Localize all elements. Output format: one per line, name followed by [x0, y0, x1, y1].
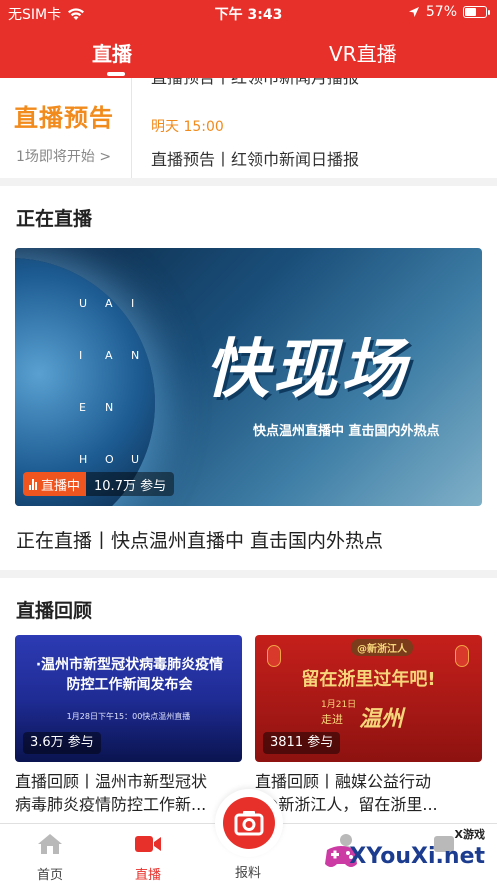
live-badge-row: 直播中 10.7万 参与	[23, 472, 175, 496]
battery-percent: 57%	[425, 4, 457, 20]
video-icon	[135, 836, 161, 852]
banner-logo: 快现场	[205, 333, 409, 407]
live-bars-icon	[29, 478, 37, 490]
camera-icon	[234, 811, 264, 836]
globe-letter: I	[131, 297, 135, 310]
replay-views-count: 3.6万 参与	[23, 732, 101, 754]
thumb-city: 温州	[359, 707, 404, 732]
preview-item-top[interactable]: 直播预告丨红领巾新闻月播报	[151, 78, 359, 88]
thumb-date: 1月21日	[321, 700, 357, 710]
section-title-now-live: 正在直播	[16, 208, 93, 230]
nav-label: 首页	[36, 868, 63, 883]
replay-card[interactable]: @新浙江人 留在浙里过年吧! 1月21日 走进 温州 3811 参与 直播回顾丨…	[255, 635, 482, 816]
location-arrow-icon	[408, 7, 419, 17]
live-status-badge: 直播中	[23, 472, 87, 496]
banner-subtitle: 快点温州直播中 直击国内外热点	[253, 424, 440, 439]
globe-letter: A	[105, 297, 113, 310]
report-camera-button[interactable]	[215, 789, 283, 857]
preview-logo: 直播预告	[14, 104, 114, 132]
thumb-go: 走进	[321, 713, 343, 726]
section-title-replay: 直播回顾	[16, 600, 93, 622]
nav-home[interactable]: 首页	[20, 832, 80, 883]
home-icon	[38, 834, 62, 854]
preview-item-bottom[interactable]: 直播预告丨红领巾新闻日播报	[151, 146, 359, 170]
tab-live[interactable]: 直播	[92, 38, 132, 67]
replay-caption-line: 直播回顾丨温州市新型冠状	[15, 772, 208, 791]
tab-vr-live[interactable]: VR直播	[329, 38, 397, 67]
globe-letter: E	[79, 401, 86, 414]
replay-views-count: 3811 参与	[263, 732, 341, 754]
replay-caption-line: 病毒肺炎疫情防控工作新...	[15, 795, 207, 814]
preview-time: 明天 15:00	[151, 119, 224, 135]
replay-section: 直播回顾 ·温州市新型冠状病毒肺炎疫情 防控工作新闻发布会 1月28日下午15：…	[0, 578, 497, 823]
thumb-tag: @新浙江人	[351, 639, 413, 656]
preview-divider	[131, 78, 132, 178]
replay-thumbnail[interactable]: @新浙江人 留在浙里过年吧! 1月21日 走进 温州 3811 参与	[255, 635, 482, 762]
globe-letter: U	[79, 297, 88, 310]
nav-label: 报料	[234, 866, 261, 881]
globe-letter: H	[79, 453, 88, 466]
now-live-section: 正在直播 U A I I A N E N H O U 快现场 快点温州直播中 直…	[0, 186, 497, 570]
app-screen: 无SIM卡 下午 3:43 57% 直播 VR直播 直播预告 1场即将开始 > …	[0, 0, 497, 883]
status-right: 57%	[408, 4, 490, 20]
globe-letter: N	[105, 401, 114, 414]
replay-caption-line: 直播回顾丨融媒公益行动	[255, 772, 432, 791]
lantern-icon	[267, 645, 281, 667]
nav-live[interactable]: 直播	[118, 832, 178, 883]
top-tabs: 直播 VR直播	[0, 38, 497, 78]
camera-button-bg	[223, 797, 275, 849]
thumb-subtitle: 1月28日下午15：00快点温州直播	[66, 712, 191, 721]
nav-label: 直播	[134, 868, 161, 883]
globe-letter: A	[105, 349, 113, 362]
replay-caption[interactable]: 直播回顾丨融媒公益行动 "@新浙江人，留在浙里...	[255, 770, 482, 816]
globe-graphic	[15, 258, 155, 506]
globe-letter: O	[105, 453, 114, 466]
live-views-count: 10.7万 参与	[86, 472, 175, 496]
globe-letter: I	[79, 349, 83, 362]
replay-thumbnail[interactable]: ·温州市新型冠状病毒肺炎疫情 防控工作新闻发布会 1月28日下午15：00快点温…	[15, 635, 242, 762]
live-caption[interactable]: 正在直播丨快点温州直播中 直击国内外热点	[16, 526, 383, 553]
active-tab-indicator	[107, 72, 125, 76]
replay-caption[interactable]: 直播回顾丨温州市新型冠状 病毒肺炎疫情防控工作新...	[15, 770, 242, 816]
app-header: 无SIM卡 下午 3:43 57% 直播 VR直播	[0, 0, 497, 78]
globe-letter: U	[131, 453, 140, 466]
nav-report[interactable]: 报料	[218, 858, 278, 881]
thumb-title: ·温州市新型冠状病毒肺炎疫情 防控工作新闻发布会	[27, 655, 232, 695]
watermark-main-text: XYouXi.net	[349, 844, 485, 869]
battery-icon	[463, 6, 490, 18]
thumb-title: 留在浙里过年吧!	[301, 669, 436, 690]
status-bar: 无SIM卡 下午 3:43 57%	[0, 0, 497, 26]
site-watermark: X游戏 XYouXi.net	[321, 826, 491, 878]
live-badge-label: 直播中	[41, 478, 81, 494]
watermark-top-text: X游戏	[454, 828, 485, 841]
globe-letter: N	[131, 349, 140, 362]
lantern-icon	[455, 645, 469, 667]
live-preview-card[interactable]: 直播预告 1场即将开始 > 直播预告丨红领巾新闻月播报 明天 15:00 直播预…	[0, 78, 497, 178]
battery-fill	[465, 8, 476, 16]
preview-count-link[interactable]: 1场即将开始 >	[16, 146, 111, 166]
replay-caption-line: "@新浙江人，留在浙里...	[255, 795, 438, 814]
live-banner[interactable]: U A I I A N E N H O U 快现场 快点温州直播中 直击国内外热…	[15, 248, 482, 506]
thumb-title-line: 防控工作新闻发布会	[66, 677, 193, 693]
replay-card[interactable]: ·温州市新型冠状病毒肺炎疫情 防控工作新闻发布会 1月28日下午15：00快点温…	[15, 635, 242, 816]
thumb-title-line: ·温州市新型冠状病毒肺炎疫情	[35, 657, 224, 673]
